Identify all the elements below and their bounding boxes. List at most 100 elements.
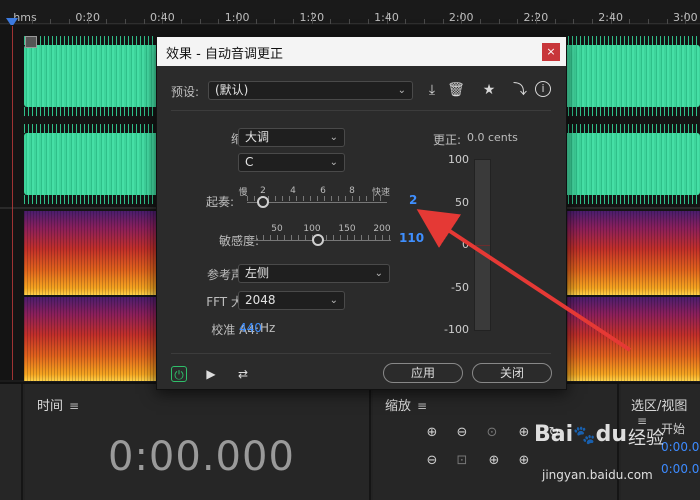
watermark-cn: 经验 [628,428,664,449]
zoom-panel-title: 缩放 ≡ [385,399,428,414]
ruler-minor-tick [461,19,462,24]
sensitivity-tick-label: 150 [338,224,356,234]
zoom-panel-menu-icon[interactable]: ≡ [417,399,427,413]
ruler-minor-tick [499,19,500,24]
sensitivity-tick-label: 200 [373,224,391,234]
scale-value: 大调 [245,130,270,144]
fft-size-value: 2048 [245,293,276,307]
routing-icon[interactable]: ⤵ [511,81,529,99]
ruler-minor-tick [517,19,518,24]
chevron-down-icon: ⌄ [329,157,338,168]
favorite-star-icon[interactable]: ★ [480,81,498,99]
loop-icon[interactable]: ⇄ [235,366,251,382]
attack-tick-label: 6 [320,186,326,196]
calibrate-a4-value[interactable]: 440 [239,321,262,335]
zoom-fit-icon[interactable]: ⊡ [453,452,471,470]
time-display: 0:00.000 [108,434,295,480]
chevron-down-icon: ⌄ [329,295,338,306]
time-panel: 时间 ≡ 0:00.000 [25,384,371,500]
ruler-minor-tick [256,19,257,24]
preset-value: (默认) [215,83,249,97]
attack-tick-label: 2 [260,186,266,196]
key-value: C [245,155,254,169]
attack-label: 起奏: [205,195,234,209]
meter-tick-label: 50 [455,196,469,209]
dialog-divider-bottom [171,353,551,354]
time-panel-title: 时间 ≡ [37,399,80,414]
time-panel-menu-icon[interactable]: ≡ [69,399,79,413]
dialog-divider-top [171,110,551,111]
preview-play-icon[interactable]: ▶ [203,366,219,382]
app-window: hms 0:20 0:40 1:00 1:20 1:40 2:00 2:20 2:40 3:00… [0,0,700,500]
panel-left-strip [0,384,23,500]
ruler-minor-tick [50,19,51,24]
ruler-minor-tick [88,19,89,24]
ruler-minor-tick [32,19,33,24]
sensitivity-tick-label: 100 [303,224,321,234]
ruler-minor-tick [368,19,369,24]
ruler-minor-tick [667,19,668,24]
info-icon[interactable]: i [535,81,551,97]
ruler-minor-tick [629,19,630,24]
ruler-minor-tick [611,19,612,24]
preset-label: 预设: [171,85,200,99]
ruler-minor-tick [330,19,331,24]
save-preset-icon[interactable]: ⤓ [423,81,441,99]
attack-slider-thumb[interactable] [257,196,269,208]
reference-channel-select[interactable]: 左侧 ⌄ [238,264,390,283]
time-ruler[interactable]: hms 0:20 0:40 1:00 1:20 1:40 2:00 2:20 2:40 3:00 [0,0,700,27]
ruler-minor-tick [555,19,556,24]
zoom-out-amplitude-icon[interactable]: ⊖ [453,424,471,442]
chevron-down-icon: ⌄ [374,268,383,279]
ruler-minor-tick [200,19,201,24]
key-select[interactable]: C ⌄ [238,153,345,172]
attack-tick-label: 4 [290,186,296,196]
ruler-minor-tick [349,19,350,24]
calibrate-a4-unit: Hz [260,321,276,335]
ruler-minor-tick [144,19,145,24]
watermark-url: jingyan.baidu.com [542,468,653,482]
preset-select[interactable]: (默认) ⌄ [208,81,413,100]
ruler-minor-tick [573,19,574,24]
delete-preset-icon[interactable]: 🗑 [447,81,465,99]
scale-select[interactable]: 大调 ⌄ [238,128,345,147]
ruler-minor-tick [312,19,313,24]
apply-button[interactable]: 应用 [383,363,463,383]
correction-value: 0.0 cents [467,131,518,144]
annotation-arrow [416,209,632,352]
ruler-minor-tick [443,19,444,24]
ruler-minor-tick [480,19,481,24]
ruler-minor-tick [274,19,275,24]
chevron-down-icon: ⌄ [329,132,338,143]
baidu-watermark: Bai🐾du 经验 jingyan.baidu.com [528,416,698,498]
watermark-brand: Bai🐾du [534,422,627,447]
zoom-selection-icon[interactable]: ⊙ [483,424,501,442]
dialog-title: 效果 - 自动音调更正 [166,47,283,62]
meter-tick-label: 100 [448,153,469,166]
zoom-out-full-icon[interactable]: ⊖ [423,452,441,470]
ruler-minor-tick [405,19,406,24]
zoom-in-amplitude-icon[interactable]: ⊕ [423,424,441,442]
ruler-minor-tick [218,19,219,24]
ruler-minor-tick [293,19,294,24]
power-icon[interactable]: ⏻ [171,366,187,382]
dialog-titlebar[interactable]: 效果 - 自动音调更正 × [157,37,566,66]
attack-value[interactable]: 2 [409,193,417,207]
correction-label: 更正: [433,133,462,147]
ruler-minor-tick [69,19,70,24]
close-button[interactable]: 关闭 [472,363,552,383]
ruler-minor-tick [387,19,388,24]
ruler-minor-tick [592,19,593,24]
channel-toggle-icon[interactable] [25,36,37,48]
ruler-minor-tick [181,19,182,24]
attack-tick-label: 8 [349,186,355,196]
ruler-minor-tick [536,19,537,24]
fft-size-select[interactable]: 2048 ⌄ [238,291,345,310]
playhead-line [12,26,13,380]
ruler-minor-tick [648,19,649,24]
reference-channel-value: 左侧 [245,266,270,280]
ruler-minor-tick [237,19,238,24]
dialog-close-button[interactable]: × [542,43,560,61]
zoom-in-left-icon[interactable]: ⊕ [485,452,503,470]
sensitivity-slider-thumb[interactable] [312,234,324,246]
